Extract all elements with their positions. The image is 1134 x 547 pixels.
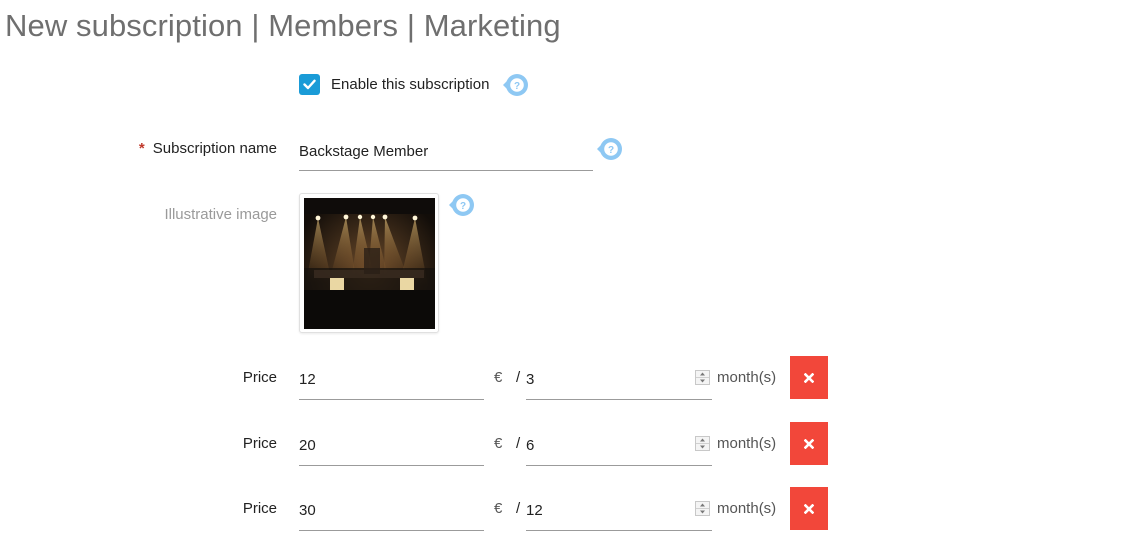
- delete-price-button[interactable]: [790, 487, 828, 530]
- subscription-name-input[interactable]: [299, 133, 593, 171]
- period-unit: month(s): [717, 500, 777, 517]
- period-stepper[interactable]: [695, 436, 710, 451]
- stepper-up-icon[interactable]: [696, 371, 709, 378]
- currency-symbol: €: [494, 369, 503, 386]
- price-amount-input[interactable]: [299, 360, 484, 400]
- currency-symbol: €: [494, 500, 503, 517]
- period-stepper[interactable]: [695, 370, 710, 385]
- stepper-down-icon[interactable]: [696, 378, 709, 384]
- currency-symbol: €: [494, 435, 503, 452]
- price-label: Price: [242, 435, 277, 452]
- price-label: Price: [242, 369, 277, 386]
- checkmark-icon: [303, 79, 316, 90]
- close-icon: [804, 372, 814, 383]
- price-amount-input[interactable]: [299, 426, 484, 466]
- illustrative-image: [304, 198, 435, 329]
- price-label: Price: [242, 500, 277, 517]
- subscription-name-label-text: Subscription name: [152, 140, 277, 157]
- enable-subscription-checkbox[interactable]: [299, 74, 320, 95]
- help-bubble-icon[interactable]: ?: [596, 137, 624, 161]
- period-unit: month(s): [717, 369, 777, 386]
- subscription-name-label: * Subscription name: [139, 140, 277, 157]
- delete-price-button[interactable]: [790, 356, 828, 399]
- svg-text:?: ?: [608, 145, 614, 156]
- stepper-down-icon[interactable]: [696, 444, 709, 450]
- illustrative-image-label: Illustrative image: [164, 206, 277, 223]
- illustrative-image-picker[interactable]: [299, 193, 439, 333]
- period-stepper[interactable]: [695, 501, 710, 516]
- period-separator: /: [516, 369, 521, 386]
- period-separator: /: [516, 500, 521, 517]
- period-unit: month(s): [717, 435, 777, 452]
- period-separator: /: [516, 435, 521, 452]
- stepper-up-icon[interactable]: [696, 437, 709, 444]
- page-title: New subscription | Members | Marketing: [5, 8, 561, 43]
- enable-subscription-label: Enable this subscription: [331, 76, 490, 93]
- stepper-down-icon[interactable]: [696, 509, 709, 515]
- price-amount-input[interactable]: [299, 491, 484, 531]
- help-bubble-icon[interactable]: ?: [448, 193, 476, 217]
- close-icon: [804, 503, 814, 514]
- svg-text:?: ?: [514, 81, 520, 92]
- period-input[interactable]: [526, 491, 712, 531]
- close-icon: [804, 438, 814, 449]
- stepper-up-icon[interactable]: [696, 502, 709, 509]
- period-input[interactable]: [526, 360, 712, 400]
- svg-text:?: ?: [460, 201, 466, 212]
- delete-price-button[interactable]: [790, 422, 828, 465]
- help-bubble-icon[interactable]: ?: [502, 73, 530, 97]
- period-input[interactable]: [526, 426, 712, 466]
- required-marker: *: [138, 140, 145, 157]
